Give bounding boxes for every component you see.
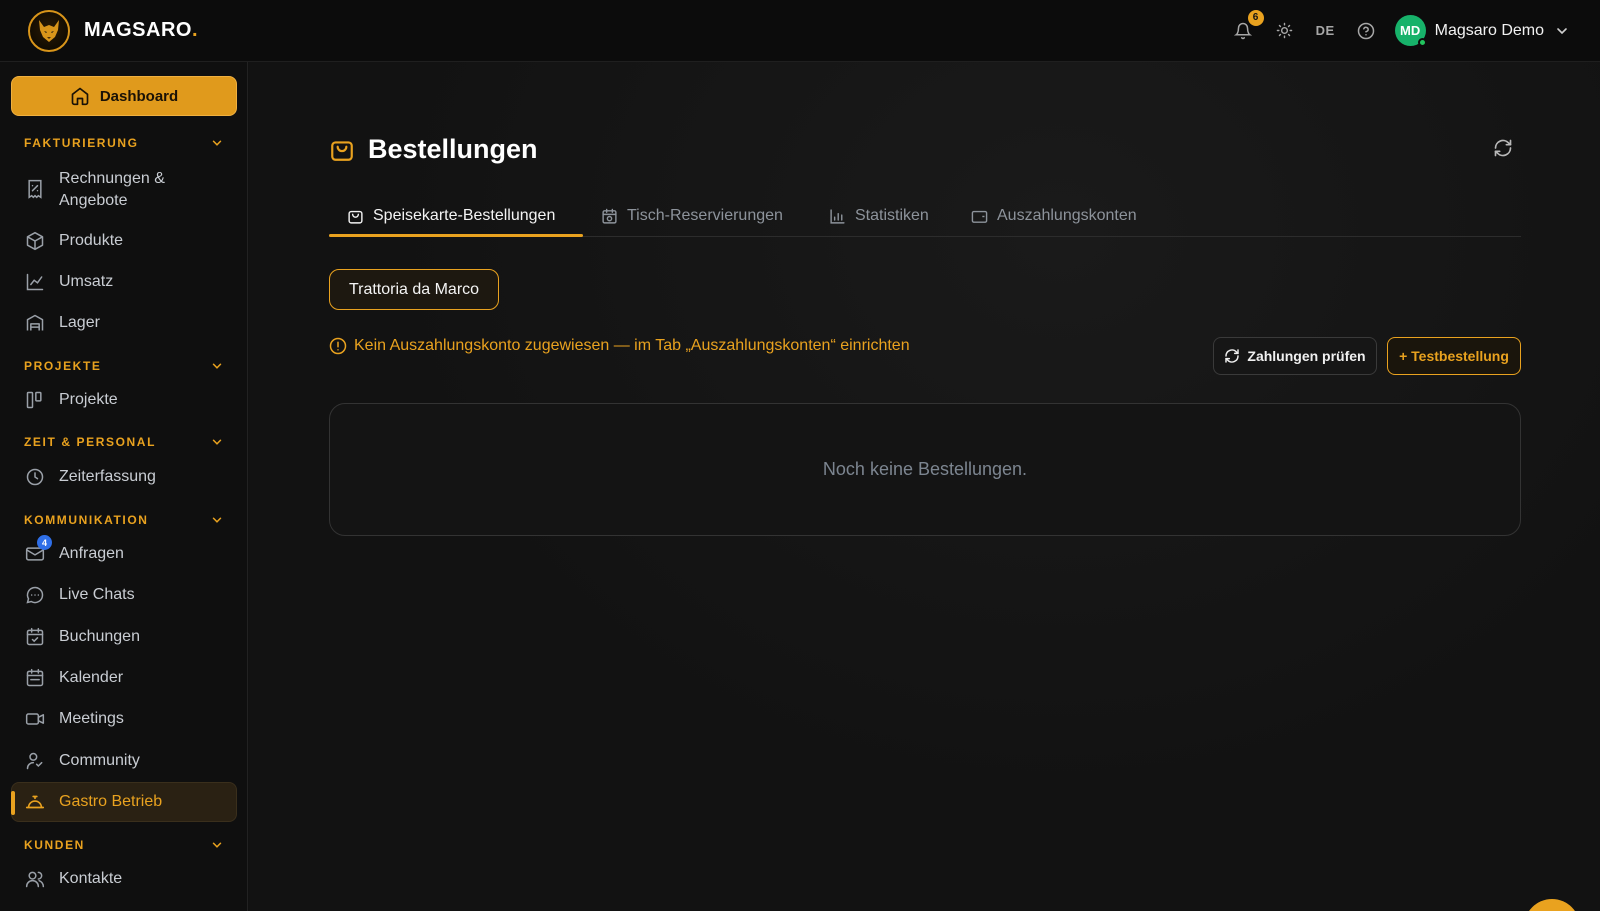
- wolf-logo-icon: [28, 9, 70, 52]
- sidebar: Dashboard FAKTURIERUNG Rechnungen & Angeb…: [0, 62, 248, 911]
- warehouse-icon: [24, 312, 46, 334]
- chat-icon: [24, 584, 46, 606]
- calendar-icon: [24, 667, 46, 689]
- calendar-clock-icon: [602, 208, 617, 224]
- tab-speisekarte-bestellungen[interactable]: Speisekarte-Bestellungen: [347, 195, 555, 237]
- restaurant-chip[interactable]: Trattoria da Marco: [329, 269, 499, 310]
- help-button[interactable]: [1355, 20, 1377, 42]
- sidebar-item-live-chats[interactable]: Live Chats: [24, 584, 234, 606]
- notification-badge: 6: [1247, 9, 1264, 26]
- community-icon: [24, 750, 46, 772]
- shopping-bag-icon: [331, 140, 353, 161]
- sidebar-item-rechnungen[interactable]: Rechnungen & Angebote: [24, 168, 234, 212]
- sidebar-item-gastro-betrieb[interactable]: Gastro Betrieb: [24, 791, 234, 813]
- tab-auszahlungskonten[interactable]: Auszahlungskonten: [971, 195, 1137, 237]
- users-icon: [24, 868, 46, 890]
- active-tab-indicator: [329, 234, 583, 237]
- page-title: Bestellungen: [368, 134, 538, 164]
- tab-tisch-reservierungen[interactable]: Tisch-Reservierungen: [601, 195, 783, 237]
- sidebar-item-zeiterfassung[interactable]: Zeiterfassung: [24, 466, 234, 488]
- user-menu[interactable]: MD Magsaro Demo: [1394, 15, 1570, 47]
- anfragen-badge: 4: [37, 535, 52, 550]
- kanban-icon: [24, 389, 46, 411]
- chevron-down-icon: [1554, 23, 1570, 39]
- sidebar-item-produkte[interactable]: Produkte: [24, 230, 234, 252]
- chart-line-icon: [24, 271, 46, 293]
- sidebar-item-projekte[interactable]: Projekte: [24, 389, 234, 411]
- sidebar-item-kalender[interactable]: Kalender: [24, 667, 234, 689]
- orders-empty-state: Noch keine Bestellungen.: [329, 403, 1521, 536]
- sidebar-item-kontakte[interactable]: Kontakte: [24, 868, 234, 890]
- refresh-button[interactable]: [1493, 138, 1513, 163]
- shopping-bag-icon: [348, 210, 363, 224]
- chevron-down-icon: [210, 435, 224, 449]
- brand-name: MAGSARO.: [84, 19, 199, 41]
- page-header: Bestellungen: [329, 134, 538, 165]
- dashboard-button[interactable]: Dashboard: [11, 76, 237, 116]
- theme-toggle-button[interactable]: [1274, 20, 1296, 42]
- main-content: Bestellungen Speisekarte-Bestellungen Ti…: [249, 62, 1600, 911]
- receipt-icon: [24, 178, 46, 200]
- section-kommunikation[interactable]: KOMMUNIKATION: [24, 512, 224, 528]
- home-icon: [71, 87, 89, 106]
- section-zeit-personal[interactable]: ZEIT & PERSONAL: [24, 434, 224, 450]
- sidebar-item-anfragen[interactable]: 4 Anfragen: [24, 535, 234, 565]
- user-name: Magsaro Demo: [1434, 21, 1544, 39]
- alert-circle-icon: [329, 337, 347, 355]
- sun-icon: [1276, 22, 1293, 39]
- brand[interactable]: MAGSARO.: [28, 9, 199, 52]
- box-icon: [24, 230, 46, 252]
- bar-chart-icon: [830, 208, 845, 224]
- help-icon: [1357, 22, 1374, 39]
- section-fakturierung[interactable]: FAKTURIERUNG: [24, 135, 224, 151]
- test-order-button[interactable]: + Testbestellung: [1387, 337, 1521, 375]
- mail-icon: 4: [24, 535, 52, 565]
- sidebar-item-buchungen[interactable]: Buchungen: [24, 626, 234, 648]
- chevron-down-icon: [210, 513, 224, 527]
- wallet-icon: [971, 210, 988, 223]
- chevron-down-icon: [210, 838, 224, 852]
- online-indicator: [1417, 38, 1427, 47]
- refresh-icon: [1225, 349, 1240, 363]
- calendar-check-icon: [24, 626, 46, 648]
- sidebar-item-meetings[interactable]: Meetings: [24, 708, 234, 730]
- language-switch[interactable]: DE: [1316, 23, 1335, 38]
- video-icon: [24, 708, 46, 730]
- payout-warning: Kein Auszahlungskonto zugewiesen — im Ta…: [329, 337, 910, 355]
- section-kunden[interactable]: KUNDEN: [24, 837, 224, 853]
- top-bar: MAGSARO. 6 DE MD Magsaro Demo: [0, 0, 1600, 62]
- bell-icon: [1233, 22, 1252, 39]
- check-payments-button[interactable]: Zahlungen prüfen: [1213, 337, 1377, 375]
- chevron-down-icon: [210, 136, 224, 150]
- service-bell-icon: [24, 791, 46, 813]
- refresh-icon: [1494, 139, 1512, 157]
- avatar: MD: [1394, 15, 1427, 47]
- sidebar-item-community[interactable]: Community: [24, 750, 234, 772]
- sidebar-item-umsatz[interactable]: Umsatz: [24, 271, 234, 293]
- sidebar-item-lager[interactable]: Lager: [24, 312, 234, 334]
- notifications-button[interactable]: 6: [1232, 9, 1264, 42]
- section-projekte[interactable]: PROJEKTE: [24, 358, 224, 374]
- tab-statistiken[interactable]: Statistiken: [829, 195, 929, 237]
- tab-bar: Speisekarte-Bestellungen Tisch-Reservier…: [329, 195, 1521, 237]
- clock-icon: [24, 466, 46, 488]
- chevron-down-icon: [210, 359, 224, 373]
